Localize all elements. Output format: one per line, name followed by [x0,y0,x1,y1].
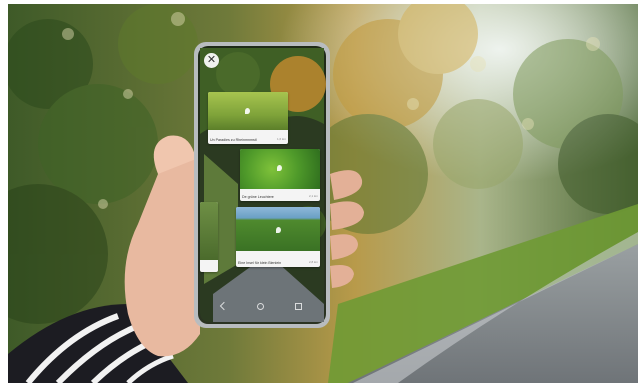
location-pin-icon [277,165,282,171]
location-pin-icon [245,108,250,114]
place-card-1-caption: Un Paradies zu Rheinmnmstl [210,138,257,142]
back-icon[interactable] [219,301,229,311]
place-card-2-caption: De grüne Leuchtere [242,195,274,199]
place-card-3-distance: 2,8 km [308,260,318,264]
place-card-3[interactable]: Eine Insel für klein Bienlein 2,8 km [236,207,320,267]
location-pin-icon [276,227,281,233]
android-nav-bar [206,301,317,311]
home-icon[interactable] [257,302,265,310]
place-card-side[interactable] [200,202,218,272]
place-card-2-distance: 2,1 km [308,194,318,198]
place-card-2[interactable]: De grüne Leuchtere 2,1 km [240,149,320,201]
place-card-1-image [208,92,288,130]
recents-icon[interactable] [294,302,302,310]
place-card-1-distance: 1,6 km [276,137,286,141]
place-card-3-image [236,207,320,251]
place-card-2-image [240,149,320,189]
place-card-1[interactable]: Un Paradies zu Rheinmnmstl 1,6 km [208,92,288,144]
close-icon[interactable]: ✕ [204,53,219,68]
background-photo [8,4,638,383]
place-card-side-image [200,202,218,260]
phone-screen: ✕ Un Paradies zu Rheinmnmstl 1,6 km De g… [200,47,323,317]
place-card-3-caption: Eine Insel für klein Bienlein [238,261,282,265]
